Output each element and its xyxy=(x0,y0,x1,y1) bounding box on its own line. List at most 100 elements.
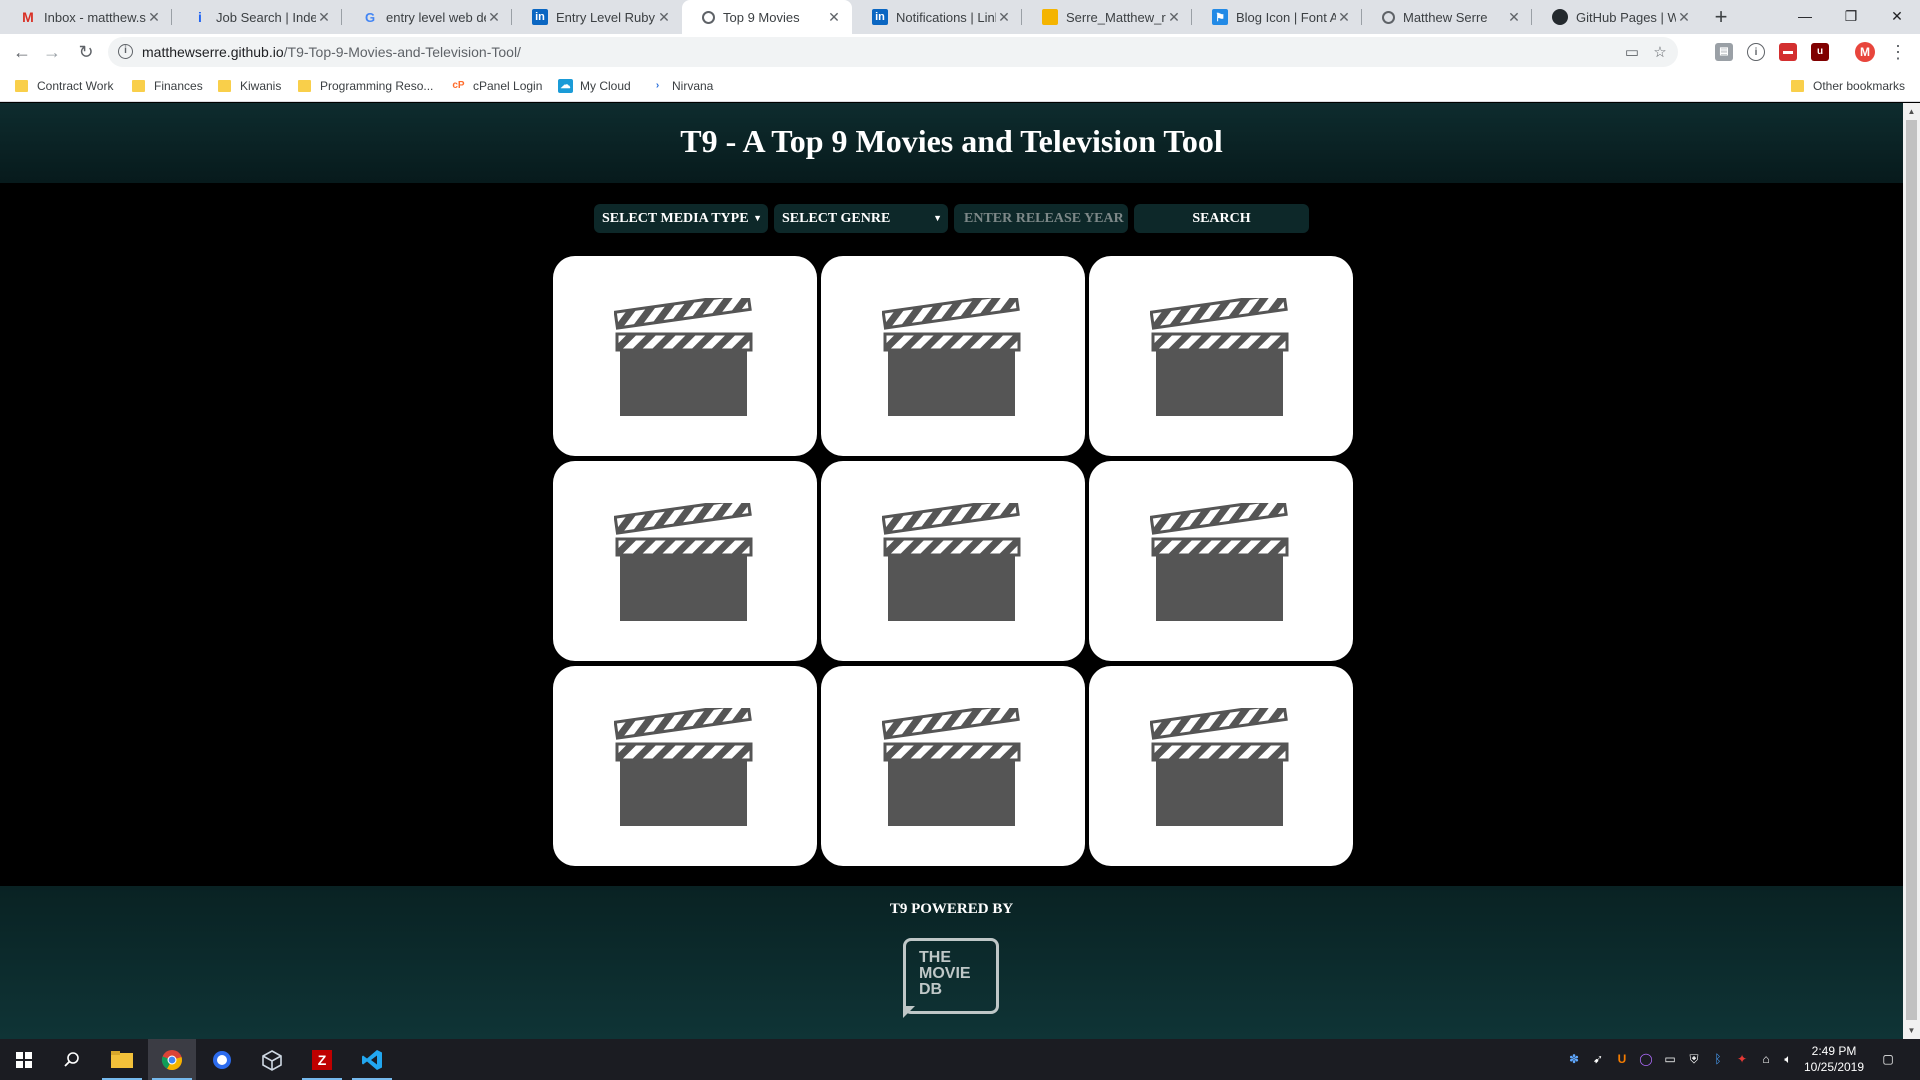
tab-github-pages[interactable]: GitHub Pages | Websites ✕ xyxy=(1532,0,1702,34)
forward-button[interactable]: → xyxy=(38,38,66,66)
window-close-button[interactable]: ✕ xyxy=(1874,0,1920,34)
dropbox-tray-icon[interactable]: ✽ xyxy=(1566,1051,1582,1067)
movie-card[interactable] xyxy=(553,461,817,661)
chevron-right-icon: › xyxy=(655,80,660,91)
search-button[interactable]: SEARCH xyxy=(1134,204,1309,233)
extension-icon[interactable]: i xyxy=(1747,43,1765,61)
tmdb-logo[interactable]: THE MOVIE DB xyxy=(903,938,999,1018)
slides-icon xyxy=(1042,9,1058,25)
virtualbox-button[interactable] xyxy=(248,1039,296,1080)
close-icon[interactable]: ✕ xyxy=(146,9,162,26)
tab-top9-movies[interactable]: Top 9 Movies ✕ xyxy=(682,0,852,34)
notifications-icon[interactable]: ▢ xyxy=(1880,1051,1896,1067)
cube-icon xyxy=(262,1049,282,1071)
close-icon[interactable]: ✕ xyxy=(996,9,1012,26)
chrome-button[interactable] xyxy=(148,1039,196,1080)
movie-card[interactable] xyxy=(1089,461,1353,661)
clapperboard-icon xyxy=(882,708,1021,826)
movie-card[interactable] xyxy=(821,666,1085,866)
vscode-button[interactable] xyxy=(348,1039,396,1080)
circle-tray-icon[interactable]: ◯ xyxy=(1638,1051,1654,1067)
bookmark-programming-resources[interactable]: Programming Reso... xyxy=(298,77,433,95)
network-tray-icon[interactable]: ⌂ xyxy=(1758,1051,1774,1067)
bookmark-cpanel-login[interactable]: cP cPanel Login xyxy=(451,77,542,95)
tab-title: Top 9 Movies xyxy=(723,9,800,25)
close-icon[interactable]: ✕ xyxy=(656,9,672,26)
scroll-up-arrow-icon[interactable]: ▲ xyxy=(1903,103,1920,120)
movie-card[interactable] xyxy=(1089,666,1353,866)
tab-resume[interactable]: Serre_Matthew_resume ✕ xyxy=(1022,0,1192,34)
bookmark-other[interactable]: Other bookmarks xyxy=(1791,77,1905,95)
movie-card[interactable] xyxy=(1089,256,1353,456)
release-year-input[interactable] xyxy=(954,204,1128,233)
chrome-icon xyxy=(161,1049,182,1070)
bookmark-nirvana[interactable]: › Nirvana xyxy=(650,77,714,95)
tab-title: Job Search | Indeed xyxy=(216,9,316,25)
tab-ruby-job[interactable]: in Entry Level Ruby on Rails ✕ xyxy=(512,0,682,34)
start-button[interactable] xyxy=(0,1039,48,1080)
ublock-tray-icon[interactable]: U xyxy=(1614,1051,1630,1067)
restore-button[interactable]: ❐ xyxy=(1828,0,1874,34)
google-icon: G xyxy=(364,9,376,25)
new-tab-button[interactable]: + xyxy=(1707,3,1735,31)
folder-icon xyxy=(111,1050,133,1068)
chat-bubble-icon xyxy=(213,1050,231,1069)
back-button[interactable]: ← xyxy=(8,38,36,66)
tab-inbox[interactable]: M Inbox - matthew.serre ✕ xyxy=(0,0,172,34)
bookmark-finances[interactable]: Finances xyxy=(132,77,203,95)
signal-app-button[interactable] xyxy=(198,1039,246,1080)
site-footer: T9 POWERED BY THE MOVIE DB xyxy=(0,886,1903,1039)
shield-tray-icon[interactable]: ⛨ xyxy=(1686,1051,1702,1067)
close-icon[interactable]: ✕ xyxy=(1506,9,1522,26)
page-scrollbar[interactable]: ▲ ▼ xyxy=(1903,103,1920,1039)
movie-card[interactable] xyxy=(553,256,817,456)
extension-icon[interactable]: ▬ xyxy=(1779,43,1797,61)
bluetooth-tray-icon[interactable]: ᛒ xyxy=(1710,1051,1726,1067)
profile-avatar[interactable]: M xyxy=(1855,42,1875,62)
clapperboard-icon xyxy=(882,503,1021,621)
movie-card[interactable] xyxy=(553,666,817,866)
search-button[interactable] xyxy=(48,1039,96,1080)
file-explorer-button[interactable] xyxy=(98,1039,146,1080)
tmdb-logo-text: THE MOVIE DB xyxy=(919,949,971,998)
tab-indeed[interactable]: i Job Search | Indeed ✕ xyxy=(172,0,342,34)
minimize-button[interactable]: — xyxy=(1782,0,1828,34)
close-icon[interactable]: ✕ xyxy=(1336,9,1352,26)
scroll-down-arrow-icon[interactable]: ▼ xyxy=(1903,1022,1920,1039)
tab-matthew-serre[interactable]: Matthew Serre ✕ xyxy=(1362,0,1532,34)
antivirus-tray-icon[interactable]: ✦ xyxy=(1734,1051,1750,1067)
clapperboard-icon xyxy=(1150,503,1289,621)
bookmark-contract-work[interactable]: Contract Work xyxy=(15,77,113,95)
genre-select[interactable]: SELECT GENRE ▼ xyxy=(774,204,948,233)
gmail-icon: M xyxy=(22,9,34,25)
close-icon[interactable]: ✕ xyxy=(486,9,502,26)
clapperboard-icon xyxy=(614,708,753,826)
bookmark-star-icon[interactable]: ☆ xyxy=(1650,43,1670,63)
bookmark-kiwanis[interactable]: Kiwanis xyxy=(218,77,281,95)
cast-icon[interactable]: ▭ xyxy=(1622,43,1642,63)
close-icon[interactable]: ✕ xyxy=(316,9,332,26)
volume-tray-icon[interactable]: 🔈︎ xyxy=(1780,1051,1796,1067)
movie-card[interactable] xyxy=(821,256,1085,456)
filezilla-button[interactable]: Z xyxy=(298,1039,346,1080)
tab-linkedin-notifications[interactable]: in Notifications | LinkedIn ✕ xyxy=(852,0,1022,34)
extension-icon[interactable]: ▤ xyxy=(1715,43,1733,61)
movie-card[interactable] xyxy=(821,461,1085,661)
tab-google-search[interactable]: G entry level web developer ✕ xyxy=(342,0,512,34)
bookmark-my-cloud[interactable]: ☁ My Cloud xyxy=(558,77,631,95)
close-icon[interactable]: ✕ xyxy=(826,9,842,26)
reload-button[interactable]: ↻ xyxy=(72,38,100,66)
ublock-icon[interactable]: u xyxy=(1811,43,1829,61)
cursor-tray-icon[interactable]: ➹ xyxy=(1590,1051,1606,1067)
tab-font-awesome[interactable]: ⚑ Blog Icon | Font Awesome ✕ xyxy=(1192,0,1362,34)
keyboard-tray-icon[interactable]: ▭ xyxy=(1662,1051,1678,1067)
address-bar[interactable]: i matthewserre.github.io/T9-Top-9-Movies… xyxy=(108,37,1678,67)
site-info-icon[interactable]: i xyxy=(118,44,133,59)
url-text[interactable]: matthewserre.github.io/T9-Top-9-Movies-a… xyxy=(142,44,521,60)
close-icon[interactable]: ✕ xyxy=(1166,9,1182,26)
system-clock[interactable]: 2:49 PM 10/25/2019 xyxy=(1800,1043,1868,1075)
close-icon[interactable]: ✕ xyxy=(1676,9,1692,26)
media-type-select[interactable]: SELECT MEDIA TYPE ▼ xyxy=(594,204,768,233)
scroll-thumb[interactable] xyxy=(1906,120,1917,1020)
menu-icon[interactable]: ⋮ xyxy=(1884,38,1912,66)
